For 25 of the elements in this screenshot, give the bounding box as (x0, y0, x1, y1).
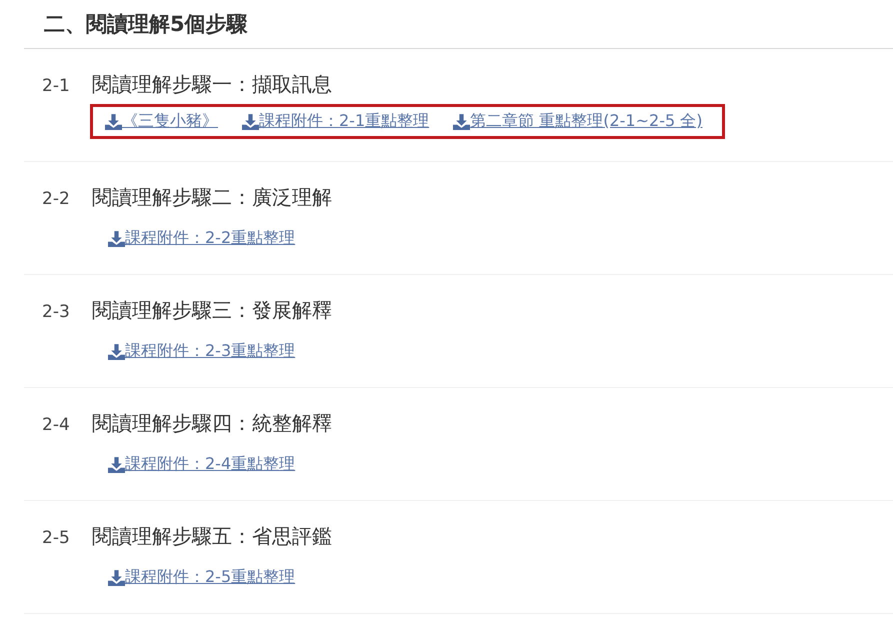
download-link[interactable]: 課程附件：2-5重點整理 (108, 567, 296, 588)
download-link[interactable]: 第二章節 重點整理(2-1~2-5 全) (453, 111, 702, 132)
step-title: 閱讀理解步驟三：發展解釋 (92, 297, 332, 324)
download-link[interactable]: 課程附件：2-1重點整理 (242, 111, 430, 132)
step-number: 2-5 (42, 528, 71, 548)
download-icon (242, 113, 259, 130)
step-number: 2-2 (42, 189, 71, 209)
download-icon (108, 343, 125, 360)
step-title: 閱讀理解步驟二：廣泛理解 (92, 184, 332, 211)
download-link[interactable]: 課程附件：2-4重點整理 (108, 454, 296, 475)
download-icon (108, 230, 125, 247)
step-number: 2-3 (42, 302, 71, 322)
download-icon (105, 113, 122, 130)
download-icon (453, 113, 470, 130)
download-icon (108, 456, 125, 473)
section-heading: 二、閱讀理解5個步驟 (44, 12, 248, 36)
step-number: 2-4 (42, 415, 71, 435)
download-link[interactable]: 《三隻小豬》 (105, 111, 218, 132)
step-title: 閱讀理解步驟一：擷取訊息 (92, 71, 332, 98)
download-link[interactable]: 課程附件：2-2重點整理 (108, 228, 296, 249)
step-number: 2-1 (42, 76, 71, 96)
step-title: 閱讀理解步驟五：省思評鑑 (92, 523, 332, 550)
download-icon (108, 569, 125, 586)
step-title: 閱讀理解步驟四：統整解釋 (92, 410, 332, 437)
download-link[interactable]: 課程附件：2-3重點整理 (108, 341, 296, 362)
